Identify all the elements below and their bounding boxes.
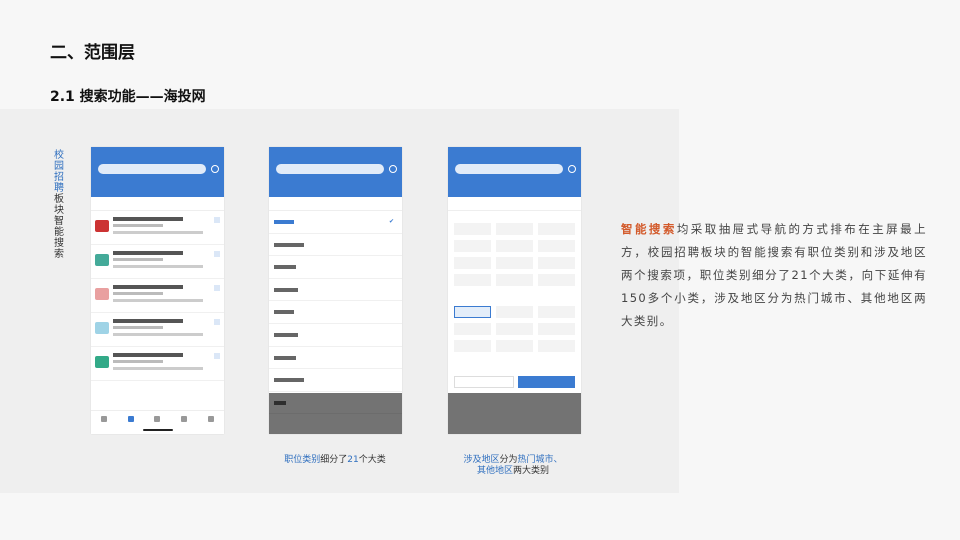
other-region-grid [448,304,581,354]
campus-icon [127,415,134,422]
vlabel-char: 招 [54,172,64,183]
app-header [448,147,581,197]
filter-bar [448,197,581,211]
category-item [269,279,402,302]
vlabel-char: 板 [54,194,64,205]
sub-title: 2.1 搜索功能——海投网 [50,89,206,105]
phone-screenshot-list [91,147,224,434]
caption-category: 职位类别细分了21个大类 [284,455,386,465]
list-item [91,211,224,245]
reset-button [454,376,514,388]
vlabel-char: 块 [54,205,64,216]
vlabel-char: 搜 [54,238,64,249]
chat-icon [181,415,188,422]
list-item [91,279,224,313]
category-item [269,347,402,370]
vlabel-char: 索 [54,249,64,260]
category-item [269,369,402,392]
description-paragraph: 智能搜索均采取抽屉式导航的方式排布在主屏最上方，校园招聘板块的智能搜索有职位类别… [621,218,927,333]
section-title: 二、范围层 [50,43,135,63]
vlabel-char: 园 [54,161,64,172]
message-icon [389,165,397,173]
vlabel-char: 聘 [54,183,64,194]
category-item: ✔ [269,211,402,234]
search-bar [455,164,563,174]
app-header [91,147,224,197]
bottom-nav [91,410,224,426]
category-item [269,301,402,324]
filter-bar [91,197,224,211]
caption-region: 涉及地区分为热门城市、 其他地区两大类别 [463,455,563,476]
hot-city-grid [448,221,581,288]
action-buttons [454,376,575,388]
vlabel-char: 校 [54,150,64,161]
user-icon [207,415,214,422]
check-icon: ✔ [388,218,394,225]
paragraph-text: 均采取抽屉式导航的方式排布在主屏最上方，校园招聘板块的智能搜索有职位类别和涉及地… [621,222,927,328]
list-item [91,347,224,381]
phone-screenshot-category: ✔ [269,147,402,434]
category-item [269,256,402,279]
vertical-label: 校 园 招 聘 板 块 智 能 搜 索 [52,150,66,260]
doc-icon [154,415,161,422]
message-icon [568,165,576,173]
home-indicator [142,429,173,431]
grid-label [448,211,581,221]
list-item [91,313,224,347]
category-item [269,324,402,347]
category-item [269,234,402,257]
search-bar [98,164,206,174]
message-icon [211,165,219,173]
app-header [269,147,402,197]
overlay-mask [448,393,581,434]
list-item [91,245,224,279]
home-icon [101,415,108,422]
vlabel-char: 能 [54,227,64,238]
overlay-mask [269,393,402,434]
vlabel-char: 智 [54,216,64,227]
confirm-button [517,376,575,388]
grid-label [448,294,581,304]
paragraph-highlight: 智能搜索 [621,222,677,236]
phone-screenshot-region [448,147,581,434]
search-bar [276,164,384,174]
filter-bar [269,197,402,211]
